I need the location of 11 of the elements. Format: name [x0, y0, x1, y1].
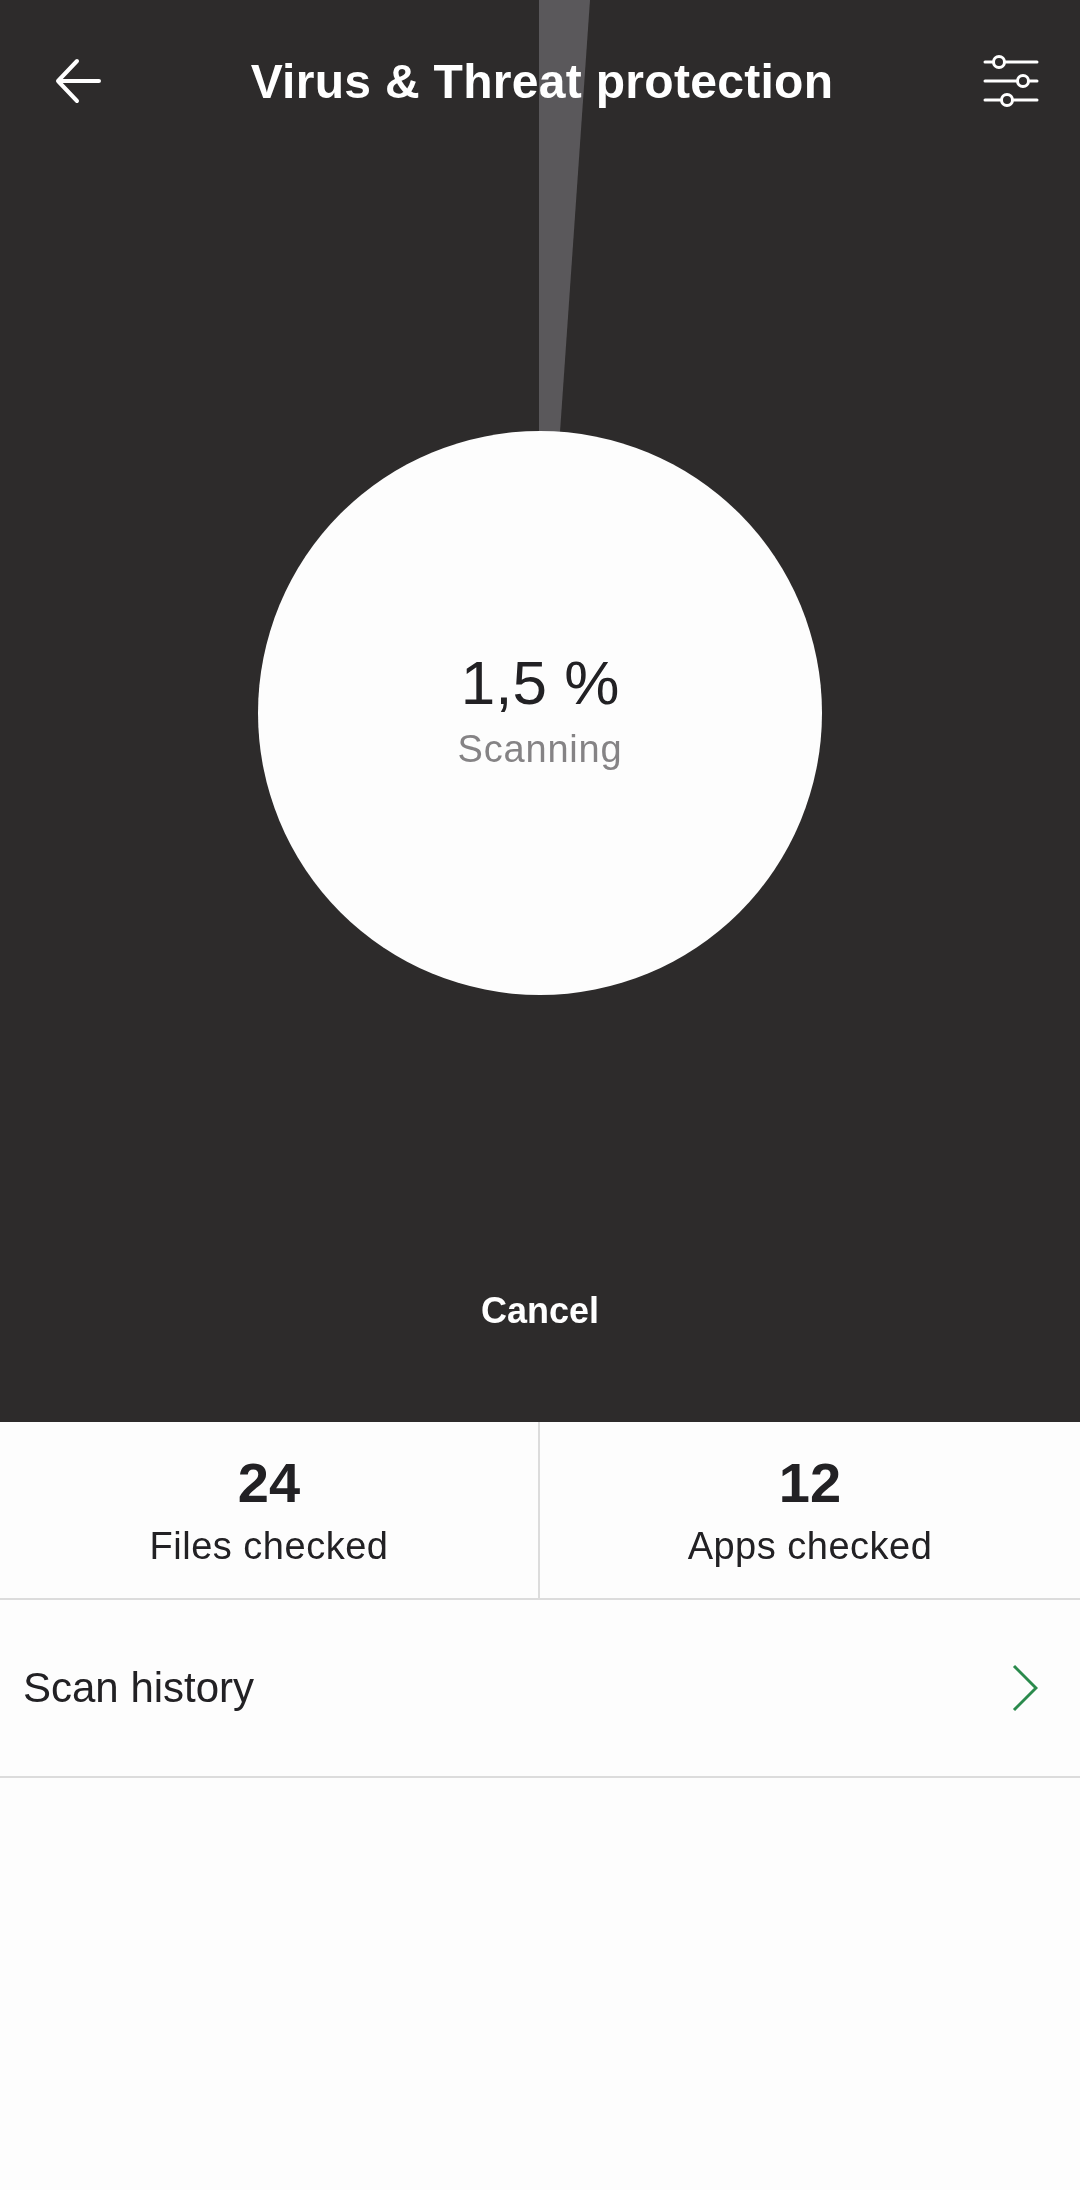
settings-sliders-icon	[983, 54, 1039, 108]
chevron-right-icon	[1012, 1664, 1038, 1712]
stat-value: 24	[237, 1451, 301, 1514]
back-icon	[55, 58, 101, 104]
stat-label: Files checked	[149, 1525, 389, 1569]
screen-title: Virus & Threat protection	[250, 53, 834, 109]
scan-status: Scanning	[457, 727, 623, 771]
stat-value: 12	[778, 1451, 842, 1514]
stat-label: Apps checked	[687, 1525, 933, 1569]
scan-percent: 1,5 %	[460, 649, 620, 718]
cancel-button[interactable]: Cancel	[456, 1272, 624, 1350]
